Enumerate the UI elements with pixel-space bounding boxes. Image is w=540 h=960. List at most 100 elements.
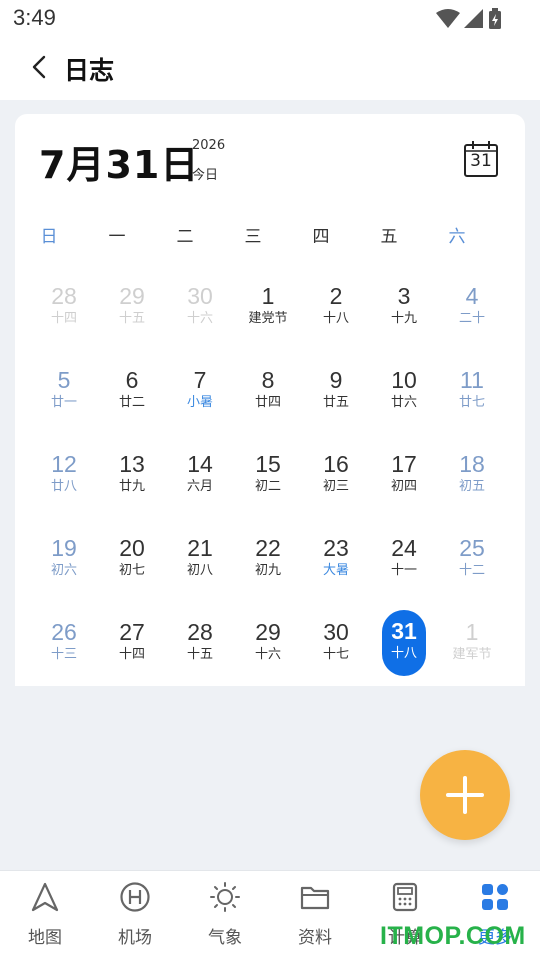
lunar-label: 十三 (50, 647, 77, 662)
lunar-label: 廿七 (458, 395, 485, 410)
lunar-label: 十四 (118, 647, 145, 662)
day-cell[interactable]: 12 廿八 (42, 448, 86, 512)
day-cell[interactable]: 28 十四 (42, 280, 86, 344)
lunar-label: 初四 (390, 479, 417, 494)
weekday-thu: 四 (312, 227, 330, 247)
lunar-label: 二十 (458, 311, 485, 326)
sun-icon (210, 882, 240, 912)
lunar-label: 十四 (50, 311, 77, 326)
day-cell[interactable]: 10 廿六 (382, 364, 426, 428)
day-cell[interactable]: 3 十九 (382, 280, 426, 344)
status-bar: 3:49 (0, 0, 540, 36)
lunar-label: 廿一 (50, 395, 77, 410)
day-cell[interactable]: 1 建党节 (246, 280, 290, 344)
day-number: 13 (119, 451, 145, 477)
day-cell[interactable]: 1 建军节 (450, 616, 494, 680)
weekday-wed: 三 (244, 227, 262, 247)
day-cell[interactable]: 8 廿四 (246, 364, 290, 428)
lunar-label: 大暑 (322, 563, 349, 578)
day-number: 17 (391, 451, 417, 477)
day-cell[interactable]: 29 十六 (246, 616, 290, 680)
selected-date-title: 7月31日 (39, 143, 200, 187)
day-cell[interactable]: 28 十五 (178, 616, 222, 680)
day-cell[interactable]: 15 初二 (246, 448, 290, 512)
weekday-mon: 一 (108, 227, 126, 247)
day-number: 12 (51, 451, 77, 477)
watermark: ITMOP.COM (380, 922, 526, 950)
lunar-label: 建军节 (452, 647, 492, 662)
day-cell[interactable]: 22 初九 (246, 532, 290, 596)
day-number: 28 (187, 619, 213, 645)
day-number: 20 (119, 535, 145, 561)
lunar-label: 廿二 (118, 395, 145, 410)
day-number: 18 (459, 451, 485, 477)
battery-charging-icon (489, 8, 501, 29)
day-cell[interactable]: 17 初四 (382, 448, 426, 512)
status-icons (436, 8, 502, 30)
nav-item-documents[interactable]: 资料 (270, 871, 360, 960)
day-cell[interactable]: 20 初七 (110, 532, 154, 596)
lunar-label: 初六 (50, 563, 77, 578)
weekday-header: 日 一 二 三 四 五 六 (15, 222, 525, 248)
day-cell[interactable]: 30 十六 (178, 280, 222, 344)
lunar-label: 十九 (390, 311, 417, 326)
lunar-label: 廿六 (390, 395, 417, 410)
day-cell[interactable]: 11 廿七 (450, 364, 494, 428)
folder-icon (300, 886, 330, 910)
day-cell[interactable]: 19 初六 (42, 532, 86, 596)
nav-label-documents: 资料 (298, 928, 332, 948)
day-cell[interactable]: 24 十一 (382, 532, 426, 596)
lunar-label: 廿五 (322, 395, 349, 410)
day-cell[interactable]: 16 初三 (314, 448, 358, 512)
day-cell[interactable]: 27 十四 (110, 616, 154, 680)
nav-item-map[interactable]: 地图 (0, 871, 90, 960)
calculator-icon (392, 882, 418, 912)
lunar-label: 十五 (186, 647, 213, 662)
day-number: 19 (51, 535, 77, 561)
day-cell[interactable]: 23 大暑 (314, 532, 358, 596)
calendar-picker-button[interactable]: 31 (463, 140, 503, 180)
day-cell[interactable]: 7 小暑 (178, 364, 222, 428)
day-cell[interactable]: 26 十三 (42, 616, 86, 680)
day-number: 7 (193, 367, 207, 393)
day-number: 27 (119, 619, 145, 645)
plus-icon (446, 776, 484, 814)
page-title: 日志 (64, 56, 115, 85)
day-cell[interactable]: 25 十二 (450, 532, 494, 596)
day-cell-selected[interactable]: 31 十八 (382, 610, 426, 676)
day-cell[interactable]: 14 六月 (178, 448, 222, 512)
nav-label-map: 地图 (28, 928, 62, 948)
day-number: 30 (187, 283, 213, 309)
day-cell[interactable]: 18 初五 (450, 448, 494, 512)
day-cell[interactable]: 4 二十 (450, 280, 494, 344)
lunar-label: 廿八 (50, 479, 77, 494)
day-cell[interactable]: 21 初八 (178, 532, 222, 596)
day-number: 10 (391, 367, 417, 393)
day-number: 21 (187, 535, 213, 561)
day-number: 4 (465, 283, 479, 309)
lunar-label: 十七 (322, 647, 349, 662)
day-cell[interactable]: 9 廿五 (314, 364, 358, 428)
add-log-button[interactable] (420, 750, 510, 840)
day-number: 16 (323, 451, 349, 477)
weekday-sun: 日 (40, 227, 58, 247)
day-number: 30 (323, 619, 349, 645)
nav-item-airport[interactable]: 机场 (90, 871, 180, 960)
day-cell[interactable]: 6 廿二 (110, 364, 154, 428)
day-cell[interactable]: 13 廿九 (110, 448, 154, 512)
day-number: 31 (391, 618, 417, 644)
day-number: 29 (255, 619, 281, 645)
calendar-button-number: 31 (470, 151, 492, 171)
day-cell[interactable]: 30 十七 (314, 616, 358, 680)
day-cell[interactable]: 29 十五 (110, 280, 154, 344)
day-cell[interactable]: 5 廿一 (42, 364, 86, 428)
day-cell[interactable]: 2 十八 (314, 280, 358, 344)
day-number: 6 (125, 367, 139, 393)
chevron-left-icon (32, 55, 46, 79)
back-button[interactable] (26, 52, 56, 82)
nav-item-weather[interactable]: 气象 (180, 871, 270, 960)
app-header: 日志 (0, 36, 540, 100)
lunar-label: 初九 (254, 563, 281, 578)
day-number: 2 (329, 283, 343, 309)
day-number: 15 (255, 451, 281, 477)
